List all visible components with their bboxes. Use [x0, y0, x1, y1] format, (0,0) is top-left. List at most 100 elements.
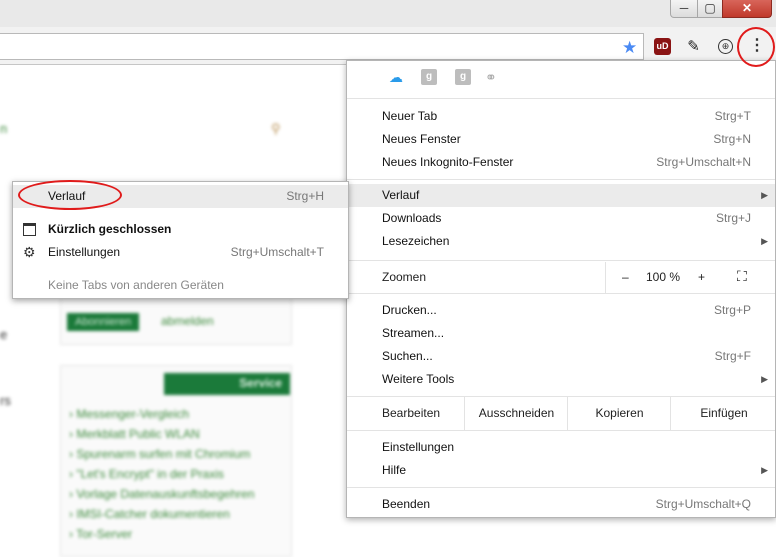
- zoom-in-button[interactable]: +: [698, 270, 705, 284]
- menu-item-shortcut: Strg+H: [286, 189, 324, 203]
- menu-item-shortcut: Strg+T: [714, 109, 751, 123]
- zoom-out-button[interactable]: –: [622, 270, 629, 284]
- menu-item-exit[interactable]: Beenden Strg+Umschalt+Q: [347, 493, 775, 516]
- menu-item-label: Einstellungen: [48, 245, 121, 259]
- menu-item-label: Neuer Tab: [382, 109, 438, 123]
- ublock-extension-icon[interactable]: uD: [654, 38, 671, 55]
- edit-label: Bearbeiten: [382, 406, 441, 420]
- list-item[interactable]: "Let's Encrypt" in der Praxis: [69, 464, 254, 484]
- menu-item-settings[interactable]: Einstellungen: [347, 436, 775, 459]
- menu-item-label: Neues Inkognito-Fenster: [382, 155, 514, 169]
- menu-item-new-tab[interactable]: Neuer Tab Strg+T: [347, 105, 775, 128]
- list-item[interactable]: Messenger-Vergleich: [69, 404, 254, 424]
- menu-item-help[interactable]: Hilfe ▶: [347, 459, 775, 482]
- cut-button[interactable]: Ausschneiden: [464, 396, 568, 430]
- menu-item-incognito[interactable]: Neues Inkognito-Fenster Strg+Umschalt+N: [347, 151, 775, 174]
- list-item[interactable]: Merkblatt Public WLAN: [69, 424, 254, 444]
- google-plus-icon[interactable]: g: [421, 69, 437, 85]
- menu-item-label: Einstellungen: [382, 440, 455, 454]
- service-links: Messenger-Vergleich Merkblatt Public WLA…: [69, 404, 254, 544]
- menu-item-cast[interactable]: Streamen...: [347, 322, 775, 345]
- bookmark-star-icon[interactable]: ★: [622, 38, 637, 58]
- menu-item-label: Neues Fenster: [382, 132, 461, 146]
- menu-item-label: Drucken...: [382, 303, 437, 317]
- menu-item-label: Verlauf: [48, 189, 86, 203]
- address-bar[interactable]: ★: [0, 33, 644, 60]
- unsubscribe-link[interactable]: abmelden: [161, 314, 214, 328]
- menu-item-label: Suchen...: [382, 349, 433, 363]
- newsletter-box: Abonnieren abmelden: [60, 295, 292, 345]
- menu-item-label: Beenden: [382, 497, 431, 511]
- list-item[interactable]: IMSI-Catcher dokumentieren: [69, 504, 254, 524]
- page-link-fragment[interactable]: n: [0, 121, 7, 136]
- submenu-arrow-icon: ▶: [761, 236, 768, 246]
- list-item[interactable]: Spurenarm surfen mit Chromium: [69, 444, 254, 464]
- menu-item-label: Verlauf: [382, 188, 420, 202]
- menu-divider: [347, 293, 775, 294]
- submenu-arrow-icon: ▶: [761, 374, 768, 384]
- service-heading: Service: [164, 373, 290, 395]
- maximize-button[interactable]: ▢: [697, 0, 723, 18]
- submenu-arrow-icon: ▶: [761, 190, 768, 200]
- menu-item-label: Lesezeichen: [382, 234, 450, 248]
- zoom-label: Zoomen: [382, 270, 427, 284]
- nav-fragment: rs: [0, 393, 11, 408]
- menu-item-label: Downloads: [382, 211, 442, 225]
- minimize-button[interactable]: ─: [670, 0, 698, 18]
- chrome-menu-button[interactable]: ⋮: [748, 36, 766, 56]
- service-box: Service Messenger-Vergleich Merkblatt Pu…: [60, 365, 292, 557]
- submenu-item-settings[interactable]: ⚙ Einstellungen Strg+Umschalt+T: [13, 241, 348, 264]
- chrome-main-menu: ☁ g g ⚭ Neuer Tab Strg+T Neues Fenster S…: [346, 60, 776, 518]
- pin-extension-icon[interactable]: ✎: [685, 38, 702, 55]
- menu-item-bookmarks[interactable]: Lesezeichen ▶: [347, 230, 775, 253]
- menu-item-label: Kürzlich geschlossen: [48, 222, 172, 236]
- google-plus-icon[interactable]: g: [455, 69, 471, 85]
- menu-item-history[interactable]: Verlauf ▶: [347, 184, 775, 207]
- zoom-level: 100 %: [646, 270, 681, 284]
- zoom-controls: – 100 % + ⛶: [605, 262, 776, 293]
- cloud-icon[interactable]: ☁: [389, 69, 405, 85]
- fullscreen-icon[interactable]: ⛶: [737, 268, 747, 285]
- submenu-item-no-tabs: Keine Tabs von anderen Geräten: [13, 274, 348, 297]
- menu-item-new-window[interactable]: Neues Fenster Strg+N: [347, 128, 775, 151]
- menu-item-print[interactable]: Drucken... Strg+P: [347, 299, 775, 322]
- menu-item-more-tools[interactable]: Weitere Tools ▶: [347, 368, 775, 391]
- minimize-icon: ─: [679, 1, 689, 15]
- menu-item-find[interactable]: Suchen... Strg+F: [347, 345, 775, 368]
- menu-item-label: Weitere Tools: [382, 372, 455, 386]
- link-icon[interactable]: ⚭: [485, 69, 501, 85]
- copy-button[interactable]: Kopieren: [567, 396, 671, 430]
- menu-item-shortcut: Strg+F: [714, 349, 751, 363]
- menu-item-shortcut: Strg+P: [713, 303, 751, 317]
- search-icon[interactable]: ⚲: [271, 121, 281, 137]
- menu-item-shortcut: Strg+J: [715, 211, 751, 225]
- maximize-icon: ▢: [704, 1, 716, 15]
- close-icon: ✕: [741, 1, 753, 15]
- edit-row: Bearbeiten Ausschneiden Kopieren Einfüge…: [347, 396, 775, 430]
- list-item[interactable]: Tor-Server: [69, 524, 254, 544]
- subscribe-button[interactable]: Abonnieren: [67, 313, 140, 331]
- window-icon: [23, 223, 36, 236]
- menu-divider: [347, 179, 775, 180]
- menu-divider: [347, 98, 775, 99]
- close-button[interactable]: ✕: [722, 0, 772, 18]
- menu-item-label: Hilfe: [382, 463, 407, 477]
- password-extension-icon[interactable]: ⊕: [718, 39, 733, 54]
- menu-divider: [347, 260, 775, 261]
- list-item[interactable]: Vorlage Datenauskunftsbegehren: [69, 484, 254, 504]
- menu-item-label: Streamen...: [382, 326, 445, 340]
- menu-item-label: Keine Tabs von anderen Geräten: [48, 278, 224, 292]
- history-submenu: Verlauf Strg+H Kürzlich geschlossen ⚙ Ei…: [12, 181, 349, 299]
- submenu-arrow-icon: ▶: [761, 465, 768, 475]
- zoom-row: Zoomen – 100 % + ⛶: [347, 262, 775, 293]
- menu-item-shortcut: Strg+Umschalt+N: [656, 155, 751, 169]
- menu-item-shortcut: Strg+Umschalt+T: [230, 245, 324, 259]
- title-bar: ─ ▢ ✕: [0, 0, 776, 27]
- menu-item-shortcut: Strg+N: [713, 132, 751, 146]
- submenu-item-recently-closed: Kürzlich geschlossen: [13, 218, 348, 241]
- paste-button[interactable]: Einfügen: [670, 396, 776, 430]
- menu-divider: [347, 430, 775, 431]
- submenu-item-history[interactable]: Verlauf Strg+H: [13, 185, 348, 208]
- gear-icon: ⚙: [23, 244, 36, 260]
- menu-item-downloads[interactable]: Downloads Strg+J: [347, 207, 775, 230]
